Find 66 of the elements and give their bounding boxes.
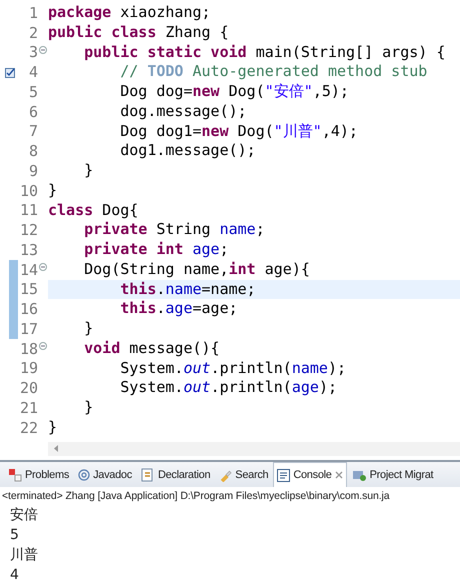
line-number: 3 [28, 43, 38, 62]
code-line: Dog dog=new Dog("安倍",5); [119, 82, 350, 102]
code-line: package xiaozhang; [48, 3, 212, 23]
panel-tab[interactable]: Console [273, 462, 347, 487]
code-line: private String name; [83, 220, 266, 240]
line-number: 5 [28, 82, 38, 101]
line-number: 4 [28, 63, 38, 82]
code-line: dog1.message(); [119, 141, 257, 161]
code-line: this.age=age; [119, 299, 239, 319]
code-line: } [48, 180, 58, 200]
console-icon [277, 468, 290, 482]
collapse-icon[interactable] [39, 262, 47, 271]
declaration-icon [140, 468, 155, 482]
line-number: 6 [28, 102, 38, 121]
line-number: 2 [28, 24, 38, 42]
console-output: 川普 [9, 546, 39, 565]
line-number: 7 [28, 122, 38, 140]
code-line: } [83, 319, 94, 339]
collapse-icon[interactable] [39, 46, 47, 54]
code-line: } [48, 418, 58, 438]
panel-tab[interactable]: Problems [4, 462, 74, 487]
panel-tab[interactable]: Search [215, 462, 272, 487]
code-line: Dog dog1=new Dog("川普",4); [119, 122, 359, 142]
horizontal-scrollbar[interactable] [48, 442, 460, 456]
line-number: 11 [20, 201, 38, 220]
line-number: 1 [28, 4, 38, 22]
line-number: 8 [28, 142, 38, 160]
code-line: System.out.println(age); [119, 378, 338, 398]
console-output: 5 [9, 526, 20, 545]
line-number: 10 [20, 182, 38, 200]
line-number: 17 [20, 320, 38, 338]
console-header: <terminated> Zhang [Java Application] D:\Program Files\myeclipse\binary\com.sun.ja [1, 489, 391, 504]
code-line: class Dog{ [48, 200, 140, 220]
panel-tab[interactable]: Javadoc [74, 462, 136, 487]
line-number: 13 [20, 240, 38, 259]
line-number: 20 [20, 379, 38, 398]
panel-tab[interactable]: Declaration [136, 462, 214, 487]
line-number: 9 [28, 162, 38, 180]
problems-icon [8, 468, 22, 482]
code-line: System.out.println(name); [119, 358, 348, 378]
code-line: public static void main(String[] args) { [83, 42, 446, 62]
line-number: 22 [20, 418, 38, 437]
line-number: 12 [20, 221, 38, 240]
code-line: Dog(String name,int age){ [83, 260, 311, 280]
line-number: 18 [20, 340, 38, 358]
line-number: 14 [20, 260, 38, 279]
migration-icon [352, 468, 367, 482]
line-number: 19 [20, 359, 38, 378]
panel-tab[interactable]: Project Migrat [348, 462, 438, 487]
code-line: void message(){ [83, 338, 221, 358]
code-line: } [83, 161, 94, 181]
flashlight-icon [219, 468, 232, 482]
line-number: 15 [20, 280, 38, 298]
line-number: 21 [20, 398, 38, 417]
code-line: } [83, 398, 94, 418]
console-output: 安倍 [9, 506, 39, 525]
console-output: 4 [9, 566, 20, 585]
code-line: private int age; [83, 240, 230, 260]
code-line: // TODO Auto-generated method stub [119, 62, 428, 82]
close-icon[interactable] [334, 471, 343, 479]
task-icon [4, 66, 16, 78]
code-line: dog.message(); [119, 102, 248, 122]
code-line: public class Zhang { [48, 22, 230, 42]
scroll-left-icon[interactable] [54, 445, 59, 452]
line-number: 16 [20, 300, 38, 318]
collapse-icon[interactable] [39, 342, 47, 350]
